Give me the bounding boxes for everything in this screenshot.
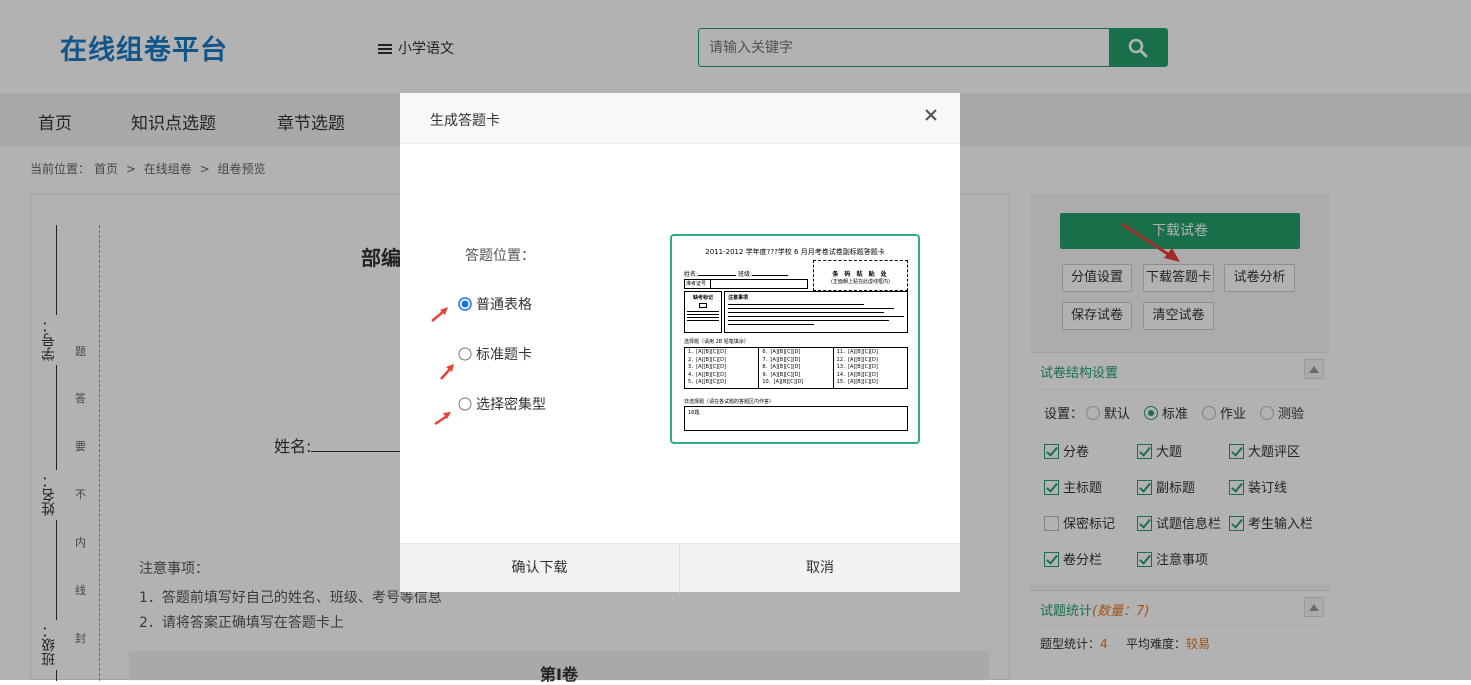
radio-selected-icon — [458, 297, 472, 311]
cancel-button[interactable]: 取消 — [680, 544, 960, 593]
card-mc-col: 1．[A][B][C][D] 2．[A][B][C][D] 3．[A][B][C][… — [685, 348, 760, 388]
annotation-arrow — [440, 364, 454, 380]
close-icon[interactable] — [924, 108, 938, 122]
card-mc-grid: 1．[A][B][C][D] 2．[A][B][C][D] 3．[A][B][C][… — [684, 347, 908, 389]
radio-icon — [458, 397, 472, 411]
card-notice: 注意事项 — [724, 291, 908, 333]
radio-icon — [458, 347, 472, 361]
card-mc-col: 11．[A][B][C][D] 12．[A][B][C][D] 13．[A][B][… — [836, 349, 878, 386]
card-free-header: 非选择题（请在各试题的答题区内作答） — [684, 399, 775, 405]
annotation-arrow — [431, 307, 448, 322]
card-exam-number: 准考证号 — [684, 279, 808, 289]
dialog-title: 生成答题卡 — [430, 113, 500, 129]
answer-position-label: 答题位置： — [465, 248, 535, 264]
card-free-area: 16题. — [684, 406, 908, 431]
card-title: 2011-2012 学年度???学校 6 月月考卷试卷副标题答题卡 — [705, 248, 885, 256]
annotation-arrow — [434, 412, 451, 426]
answer-card-dialog: 生成答题卡 答题位置： 普通表格 标准题卡 选择密集型 2011-2012 学年… — [400, 93, 960, 593]
option-normal-table[interactable]: 普通表格 — [458, 294, 532, 314]
card-name-field: 姓名: 班级: — [684, 269, 788, 278]
card-barcode-area: 条 码 粘 贴 处 (正面朝上贴在此虚线框内) — [813, 260, 908, 291]
option-dense-choice[interactable]: 选择密集型 — [458, 394, 546, 414]
dialog-header: 生成答题卡 — [400, 93, 960, 144]
confirm-download-button[interactable]: 确认下载 — [400, 544, 680, 593]
card-mc-header: 选择题（请用 2B 铅笔填涂） — [684, 339, 749, 345]
answer-card-preview: 2011-2012 学年度???学校 6 月月考卷试卷副标题答题卡 姓名: 班级… — [670, 234, 920, 444]
option-standard-card[interactable]: 标准题卡 — [458, 344, 532, 364]
card-absent-mark: 缺考标记 — [684, 291, 722, 333]
dialog-footer: 确认下载 取消 — [400, 543, 960, 593]
card-mc-col: 6．[A][B][C][D] 7．[A][B][C][D] 8．[A][B][C][… — [759, 348, 834, 388]
